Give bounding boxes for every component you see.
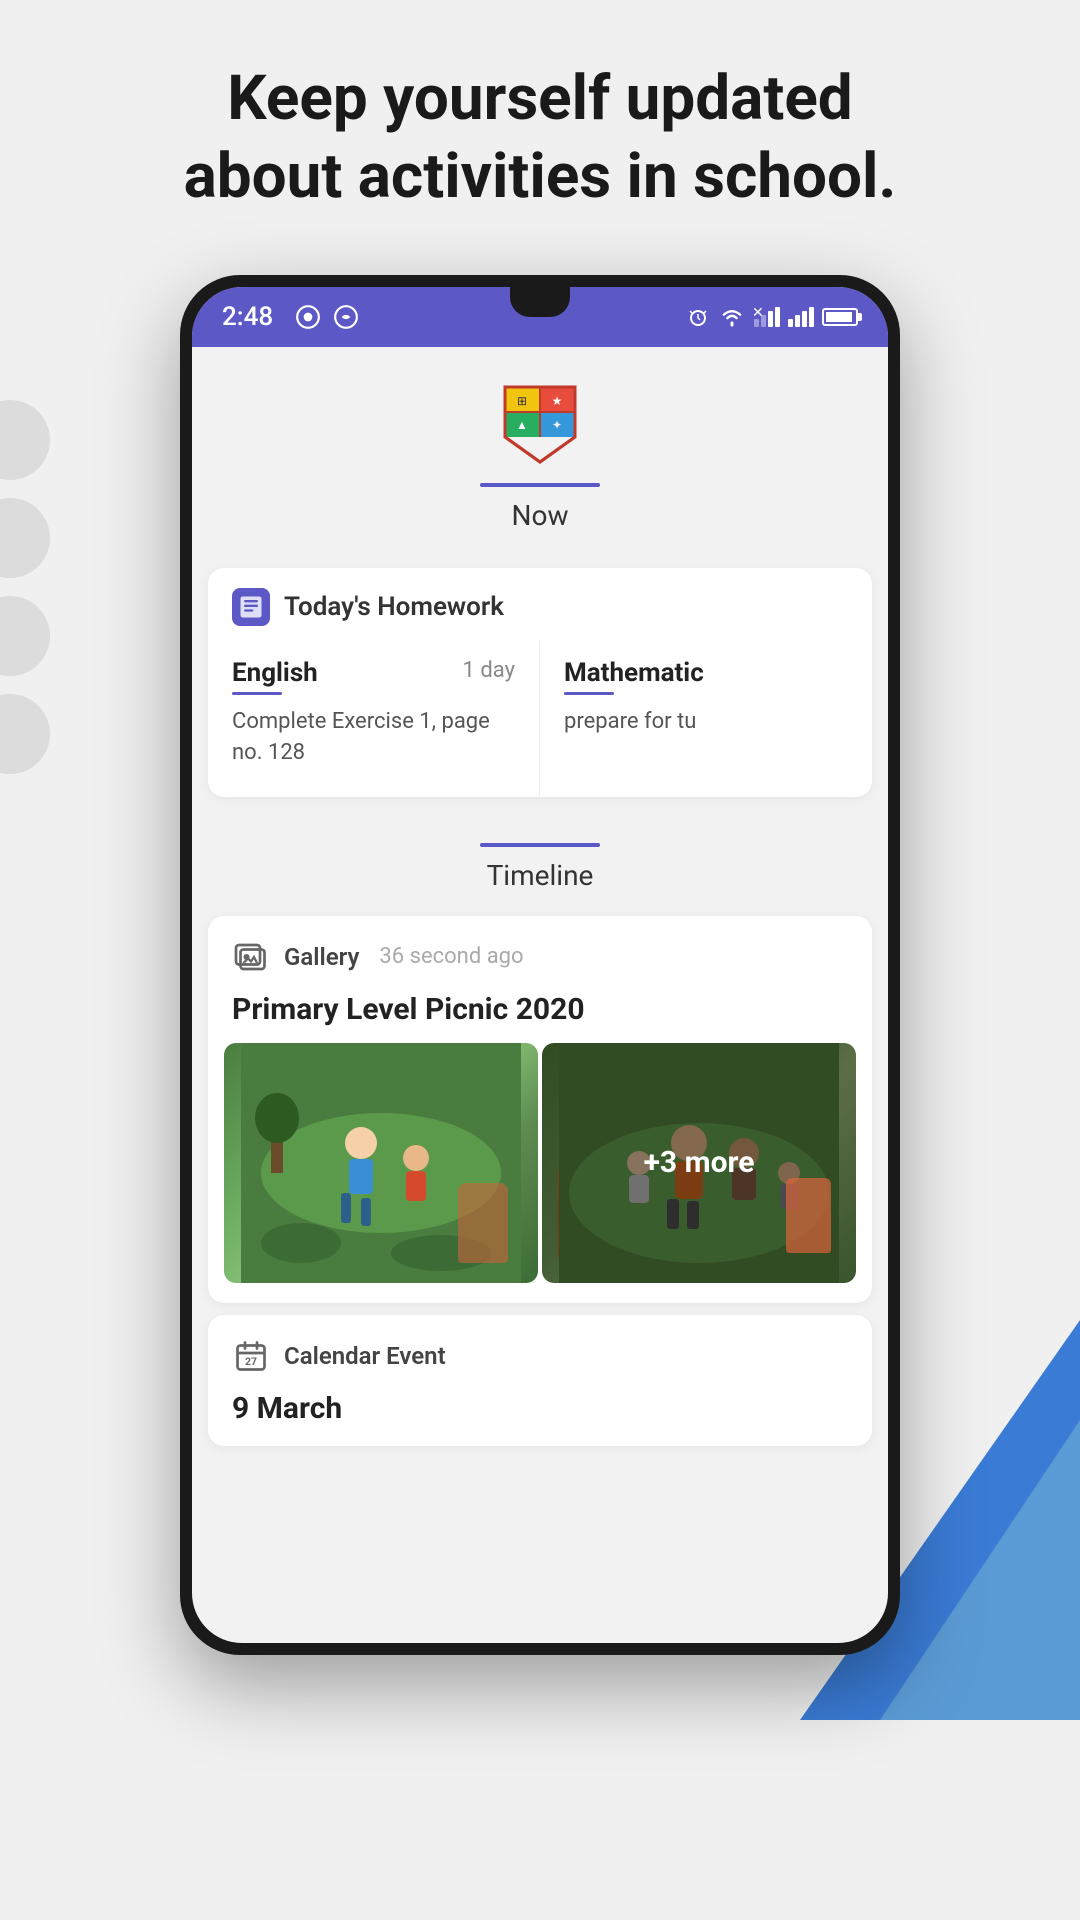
more-count-text: +3 more	[644, 1145, 755, 1180]
homework-item-english[interactable]: English 1 day Complete Exercise 1, page …	[208, 642, 540, 797]
subject-name-math: Mathematic	[564, 658, 704, 688]
timeline-tab-indicator	[480, 843, 600, 847]
timeline-tab-label[interactable]: Timeline	[487, 859, 594, 892]
calendar-card: 27 Calendar Event 9 March	[208, 1315, 872, 1446]
music-icon	[295, 304, 321, 330]
header-line1: Keep yourself updated	[227, 62, 852, 135]
status-icons-left	[295, 304, 359, 330]
homework-items: English 1 day Complete Exercise 1, page …	[208, 642, 872, 797]
status-icons-right: ✕	[686, 305, 858, 329]
homework-item-math[interactable]: Mathematic prepare for tu	[540, 642, 872, 797]
subject-name-english: English	[232, 658, 318, 688]
homework-section-title: Today's Homework	[284, 592, 504, 622]
gallery-title: Primary Level Picnic 2020	[208, 984, 872, 1043]
school-section: ⊞ ★ ▲ ✦ Now	[192, 347, 888, 552]
gallery-time: 36 second ago	[379, 944, 523, 969]
homework-subject-math: Mathematic	[564, 658, 848, 695]
subject-underline-math	[564, 692, 614, 695]
gallery-card: Gallery 36 second ago Primary Level Picn…	[208, 916, 872, 1303]
svg-text:⊞: ⊞	[517, 394, 527, 408]
homework-desc-english: Complete Exercise 1, page no. 128	[232, 707, 515, 769]
homework-desc-math: prepare for tu	[564, 707, 848, 738]
gallery-image-1[interactable]	[224, 1043, 538, 1283]
wifi-icon	[718, 305, 746, 329]
calendar-event-type: Calendar Event	[284, 1342, 446, 1370]
calendar-icon: 27	[232, 1337, 270, 1375]
signal-x-icon: ✕	[754, 307, 780, 327]
status-bar: 2:48	[192, 287, 888, 347]
svg-text:▲: ▲	[516, 418, 528, 432]
subject-underline-english	[232, 692, 282, 695]
gallery-meta: Gallery 36 second ago	[284, 943, 524, 971]
app-content: ⊞ ★ ▲ ✦ Now	[192, 347, 888, 1446]
header-line2: about activities in school.	[184, 140, 897, 213]
school-logo: ⊞ ★ ▲ ✦	[495, 377, 585, 467]
status-time: 2:48	[222, 302, 273, 332]
now-tab-label[interactable]: Now	[512, 499, 569, 532]
whatsapp-icon	[333, 304, 359, 330]
svg-text:★: ★	[552, 394, 563, 408]
gallery-image-2[interactable]: +3 more	[542, 1043, 856, 1283]
timeline-section: Timeline	[192, 813, 888, 908]
phone-frame: 2:48	[180, 275, 900, 1655]
signal-bars-icon	[788, 307, 814, 327]
svg-text:✦: ✦	[552, 418, 562, 432]
phone-screen: 2:48	[192, 287, 888, 1643]
calendar-card-header: 27 Calendar Event	[208, 1315, 872, 1387]
gallery-images: +3 more	[208, 1043, 872, 1303]
gallery-type: Gallery	[284, 943, 359, 971]
now-tab-indicator	[480, 483, 600, 487]
notch	[510, 287, 570, 317]
book-icon	[232, 588, 270, 626]
homework-card-header: Today's Homework	[208, 568, 872, 642]
homework-subject-english: English 1 day	[232, 658, 515, 695]
gallery-card-header: Gallery 36 second ago	[208, 916, 872, 984]
homework-card: Today's Homework English 1 day	[208, 568, 872, 797]
due-days-english: 1 day	[463, 658, 515, 683]
alarm-icon	[686, 305, 710, 329]
battery-icon	[822, 308, 858, 326]
phone-wrapper: 2:48	[0, 275, 1080, 1655]
gallery-icon	[232, 938, 270, 976]
calendar-event-title: 9 March	[208, 1387, 872, 1446]
svg-text:27: 27	[245, 1355, 257, 1368]
more-overlay[interactable]: +3 more	[542, 1043, 856, 1283]
header-text: Keep yourself updated about activities i…	[0, 0, 1080, 255]
